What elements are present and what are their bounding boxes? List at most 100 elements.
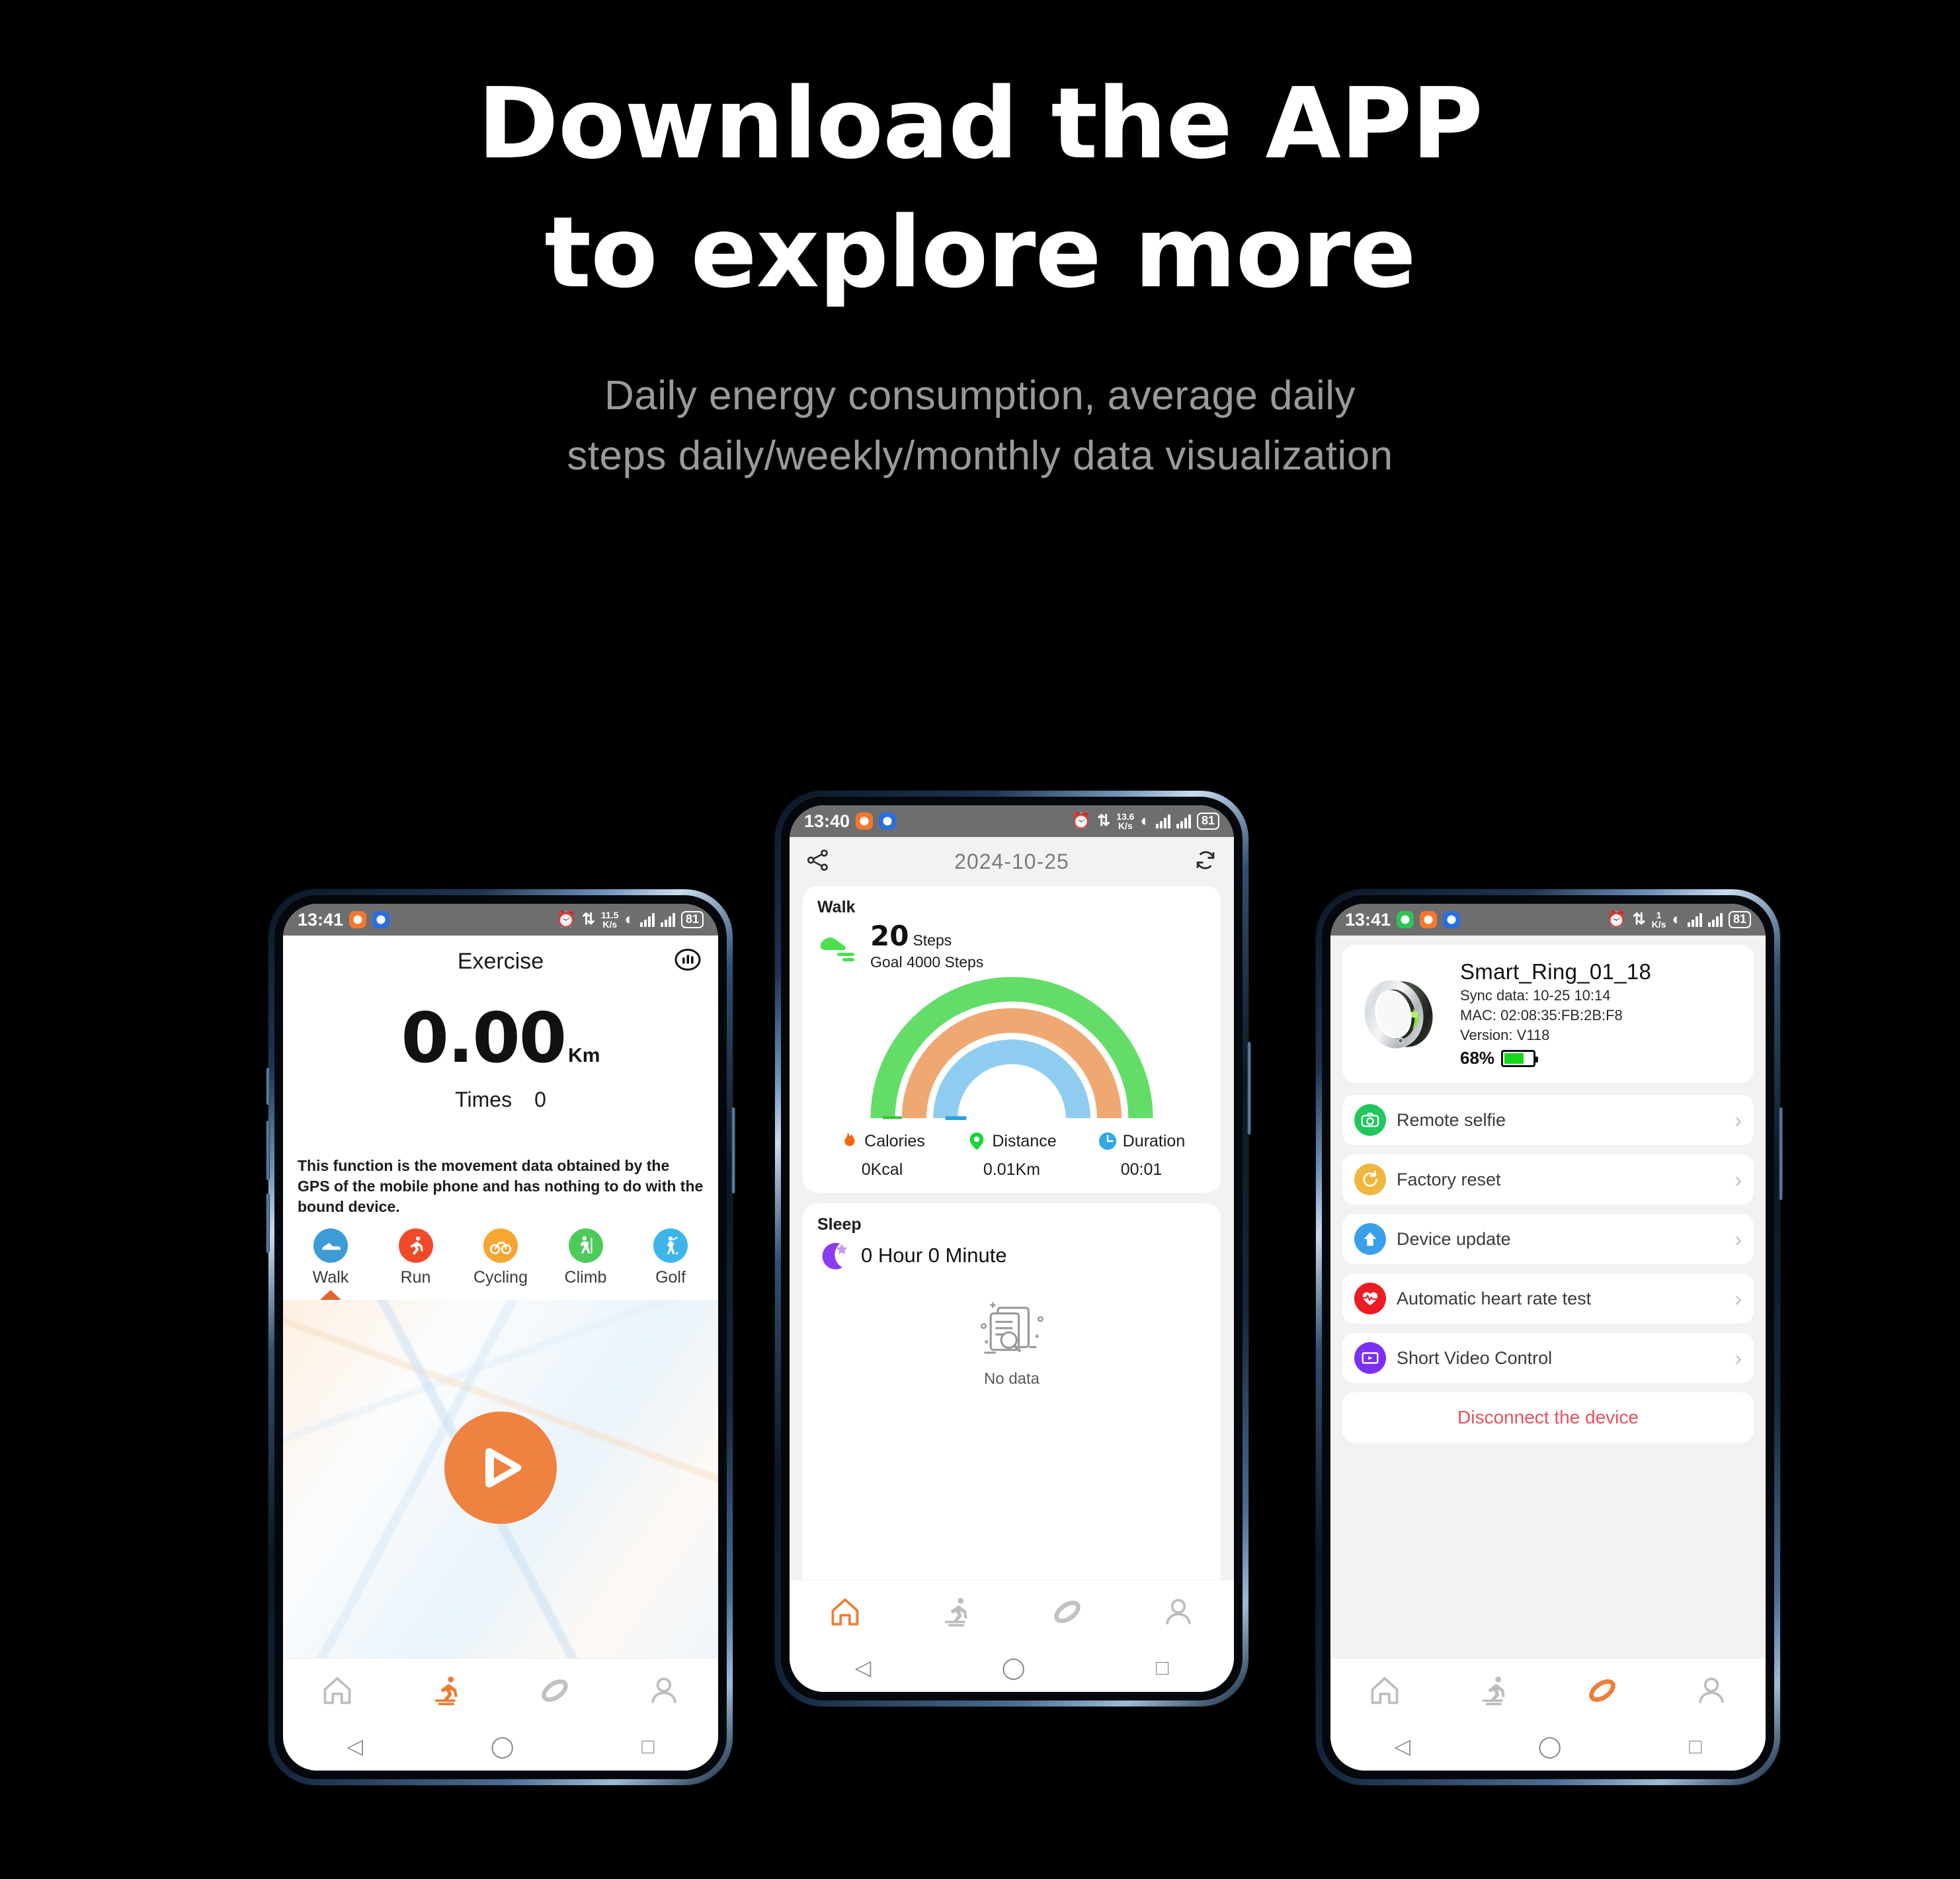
device-battery-percent: 68% [1460, 1048, 1495, 1068]
tab-profile[interactable] [1161, 1594, 1196, 1630]
device-version: Version: V118 [1460, 1027, 1550, 1043]
phone3-button-power[interactable] [1779, 1107, 1783, 1200]
exercise-mode-golf[interactable]: Golf [639, 1228, 702, 1300]
shoe-icon [817, 932, 861, 961]
menu-item-factory-reset[interactable]: Factory reset › [1342, 1154, 1754, 1205]
phone2-status-bar: 13:40 ⏰ ⇅ 13.6 K/s ◐ 81 [790, 805, 1234, 837]
tab-exercise[interactable] [429, 1673, 464, 1708]
android-home-button[interactable]: ◯ [491, 1736, 514, 1757]
android-back-button[interactable]: ◁ [855, 1657, 872, 1678]
device-sync-time: Sync data: 10-25 10:14 [1460, 987, 1611, 1004]
device-battery: 68% [1460, 1048, 1651, 1068]
menu-item-label: Short Video Control [1397, 1347, 1553, 1368]
sleep-summary: 0 Hour 0 Minute [817, 1238, 1206, 1273]
disconnect-device-button[interactable]: Disconnect the device [1342, 1392, 1754, 1443]
metric-duration: Duration 00:01 [1077, 1131, 1206, 1179]
menu-item-remote-selfie[interactable]: Remote selfie › [1342, 1095, 1754, 1145]
no-data-icon [969, 1302, 1054, 1368]
tab-profile[interactable] [646, 1673, 682, 1708]
signal-icon-sim2 [1707, 912, 1723, 927]
tab-profile[interactable] [1694, 1673, 1729, 1708]
date-label[interactable]: 2024-10-25 [831, 850, 1193, 874]
tab-device[interactable] [1584, 1673, 1620, 1708]
menu-item-label: Device update [1397, 1228, 1511, 1249]
metric-distance: Distance 0.01Km [947, 1131, 1077, 1179]
reset-icon [1354, 1164, 1386, 1195]
exercise-mode-cycling[interactable]: Cycling [469, 1228, 532, 1300]
refresh-icon[interactable] [1193, 848, 1218, 876]
flame-icon [839, 1131, 859, 1151]
device-info-card[interactable]: Smart_Ring_01_18 Sync data: 10-25 10:14 … [1342, 945, 1754, 1083]
runner-icon [398, 1228, 433, 1263]
hiker-icon [568, 1228, 603, 1263]
menu-item-label: Automatic heart rate test [1397, 1288, 1592, 1308]
phone1-button-volume-up[interactable] [266, 1121, 270, 1180]
share-icon[interactable] [805, 848, 831, 876]
exercise-mode-list: Walk Run Cycling Climb Golf [283, 1217, 718, 1300]
menu-item-short-video-control[interactable]: Short Video Control › [1342, 1333, 1754, 1383]
bar-chart-icon[interactable] [674, 947, 701, 977]
battery-level-badge: 81 [1728, 911, 1751, 928]
exercise-mode-label: Climb [564, 1268, 607, 1287]
tab-home[interactable] [827, 1594, 863, 1630]
steps-summary: 20 Steps Goal 4000 Steps [817, 922, 1206, 971]
chevron-right-icon: › [1735, 1287, 1742, 1310]
chevron-right-icon: › [1735, 1168, 1742, 1191]
notification-icon-orange [1420, 911, 1438, 928]
tab-exercise[interactable] [1476, 1673, 1512, 1708]
phone-home: 13:40 ⏰ ⇅ 13.6 K/s ◐ 81 2024-10-25 Walk … [775, 791, 1251, 1706]
sleep-duration: 0 Hour 0 Minute [861, 1244, 1007, 1267]
phone2-status-time: 13:40 [804, 811, 850, 831]
menu-item-device-update[interactable]: Device update › [1342, 1214, 1754, 1264]
device-info-text: Smart_Ring_01_18 Sync data: 10-25 10:14 … [1460, 959, 1651, 1068]
exercise-mode-run[interactable]: Run [384, 1228, 448, 1300]
hero-section: Download the APP to explore more Daily e… [0, 0, 1960, 486]
phone3-status-left: 13:41 [1345, 910, 1461, 930]
exercise-page-title: Exercise [457, 948, 544, 974]
start-exercise-button[interactable] [444, 1412, 557, 1525]
phone1-app-header: Exercise [283, 936, 718, 987]
tab-home[interactable] [1367, 1673, 1403, 1708]
exercise-mode-walk[interactable]: Walk [299, 1228, 362, 1300]
phone1-button-power[interactable] [731, 1107, 735, 1193]
map-area[interactable] [283, 1300, 718, 1658]
page-subtitle-line1: Daily energy consumption, average daily [604, 372, 1356, 419]
chevron-right-icon: › [1735, 1346, 1742, 1370]
tab-exercise[interactable] [938, 1594, 974, 1630]
walk-card[interactable]: Walk 20 Steps Goal 4000 Steps Calories 0… [803, 886, 1221, 1193]
tab-home[interactable] [319, 1673, 355, 1708]
steps-gauge-chart [817, 974, 1206, 1126]
phone1-bezel: 13:41 ⏰ ⇅ 11.5 K/s ◐ 81 Exercise 0.00 Km… [274, 895, 727, 1779]
phone2-button-power[interactable] [1247, 1042, 1251, 1135]
phone1-status-right: ⏰ ⇅ 11.5 K/s ◐ 81 [556, 910, 704, 929]
exercise-mode-label: Cycling [473, 1268, 528, 1287]
exercise-mode-climb[interactable]: Climb [554, 1228, 618, 1300]
android-home-button[interactable]: ◯ [1002, 1657, 1026, 1678]
metric-label: Calories [864, 1131, 925, 1150]
phone1-button-mute[interactable] [266, 1068, 270, 1105]
phone1-button-volume-down[interactable] [266, 1193, 270, 1253]
camera-icon [1354, 1104, 1386, 1136]
android-recents-button[interactable]: □ [1689, 1736, 1701, 1757]
network-speed-indicator: 13.6 K/s [1116, 812, 1134, 830]
notification-icon-blue [1443, 911, 1461, 928]
menu-item-label: Remote selfie [1397, 1109, 1506, 1130]
promo-page: Download the APP to explore more Daily e… [0, 0, 1960, 1879]
phone1-status-bar: 13:41 ⏰ ⇅ 11.5 K/s ◐ 81 [283, 904, 718, 936]
android-home-button[interactable]: ◯ [1538, 1736, 1562, 1757]
android-back-button[interactable]: ◁ [1394, 1736, 1410, 1757]
android-recents-button[interactable]: □ [1156, 1657, 1168, 1678]
exercise-mode-label: Walk [312, 1268, 349, 1287]
android-recents-button[interactable]: □ [641, 1736, 654, 1757]
android-back-button[interactable]: ◁ [347, 1736, 363, 1757]
phone2-screen: 13:40 ⏰ ⇅ 13.6 K/s ◐ 81 2024-10-25 Walk … [790, 805, 1234, 1692]
network-speed-unit: K/s [1118, 820, 1133, 831]
disconnect-device-label: Disconnect the device [1457, 1407, 1639, 1427]
page-title: Download the APP to explore more [0, 0, 1960, 318]
tab-device[interactable] [537, 1673, 573, 1708]
menu-item-heart-rate-test[interactable]: Automatic heart rate test › [1342, 1273, 1754, 1324]
tab-device[interactable] [1049, 1594, 1085, 1630]
sleep-card[interactable]: Sleep 0 Hour 0 Minute No data [803, 1203, 1221, 1579]
distance-unit: Km [568, 1045, 600, 1066]
signal-icon-sim1 [639, 912, 655, 927]
